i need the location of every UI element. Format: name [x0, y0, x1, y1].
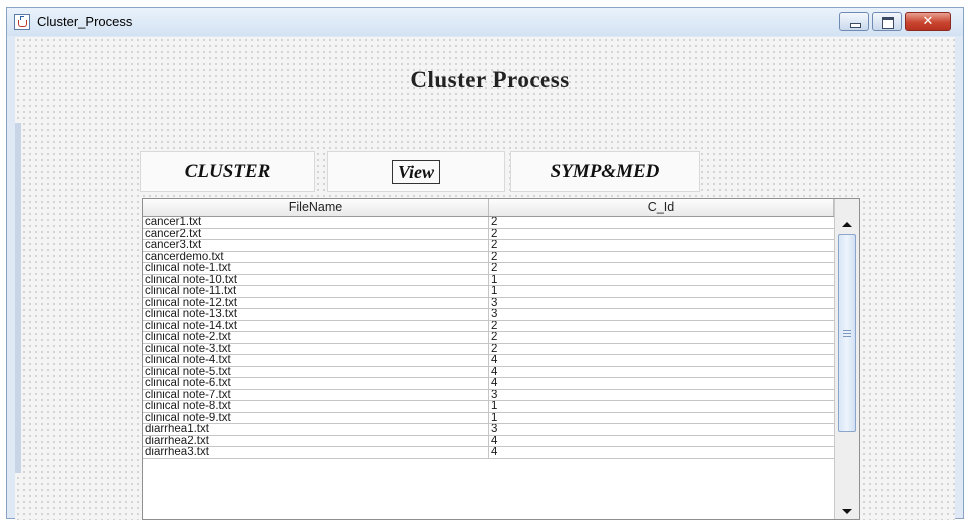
- cell-filename[interactable]: cancer3.txt: [143, 240, 489, 251]
- table-body: cancer1.txt 2 cancer2.txt 2 cancer3.txt 2 canc…: [143, 217, 834, 459]
- table-row[interactable]: clinical note-12.txt 3: [143, 297, 834, 309]
- table-row[interactable]: clinical note-1.txt 2: [143, 263, 834, 275]
- cell-filename[interactable]: cancer1.txt: [143, 217, 489, 228]
- cell-filename[interactable]: cancer2.txt: [143, 228, 489, 240]
- cell-filename[interactable]: clinical note-6.txt: [143, 378, 489, 389]
- cell-cid[interactable]: 1: [489, 413, 834, 424]
- table-row[interactable]: clinical note-10.txt 1: [143, 274, 834, 286]
- cell-filename[interactable]: clinical note-5.txt: [143, 366, 489, 378]
- table-row[interactable]: cancer3.txt 2: [143, 240, 834, 252]
- cell-filename[interactable]: clinical note-3.txt: [143, 343, 489, 355]
- table-row[interactable]: clinical note-6.txt 4: [143, 378, 834, 390]
- title-bar[interactable]: Cluster_Process ✕: [7, 8, 963, 36]
- window-title: Cluster_Process: [37, 14, 133, 29]
- cell-cid[interactable]: 3: [489, 390, 834, 401]
- table-row[interactable]: clinical note-5.txt 4: [143, 366, 834, 378]
- cell-filename[interactable]: diarrhea1.txt: [143, 424, 489, 435]
- cell-cid[interactable]: 2: [489, 344, 834, 355]
- java-cup-icon: [14, 14, 30, 30]
- cell-cid[interactable]: 2: [489, 252, 834, 263]
- cell-cid[interactable]: 4: [489, 378, 834, 389]
- cell-cid[interactable]: 2: [489, 217, 834, 228]
- view-button[interactable]: View: [327, 151, 505, 192]
- cell-filename[interactable]: clinical note-7.txt: [143, 389, 489, 401]
- cell-cid[interactable]: 2: [489, 332, 834, 343]
- table-row[interactable]: clinical note-7.txt 3: [143, 389, 834, 401]
- cell-cid[interactable]: 3: [489, 298, 834, 309]
- arrow-down-icon: [842, 508, 852, 514]
- table-row[interactable]: clinical note-8.txt 1: [143, 401, 834, 413]
- cell-filename[interactable]: clinical note-11.txt: [143, 286, 489, 297]
- cell-filename[interactable]: clinical note-9.txt: [143, 412, 489, 424]
- maximize-icon: [882, 17, 894, 29]
- cell-cid[interactable]: 4: [489, 355, 834, 366]
- cluster-table[interactable]: FileName C_Id cancer1.txt 2 cancer2.txt 2 ca…: [142, 198, 860, 520]
- page-title: Cluster Process: [410, 67, 570, 92]
- cell-filename[interactable]: clinical note-8.txt: [143, 401, 489, 412]
- minimize-button[interactable]: [839, 12, 869, 31]
- close-icon: ✕: [922, 14, 934, 29]
- scroll-up-button[interactable]: [836, 216, 858, 232]
- cell-filename[interactable]: clinical note-14.txt: [143, 320, 489, 332]
- cell-cid[interactable]: 4: [489, 436, 834, 447]
- cell-cid[interactable]: 1: [489, 401, 834, 412]
- table-row[interactable]: diarrhea3.txt 4: [143, 447, 834, 459]
- table-header: FileName C_Id: [143, 199, 834, 217]
- cell-filename[interactable]: cancerdemo.txt: [143, 251, 489, 263]
- column-header-filename[interactable]: FileName: [143, 199, 489, 216]
- cell-cid[interactable]: 3: [489, 309, 834, 320]
- application-window: Cluster_Process ✕ Cluster Process CLUSTE…: [6, 7, 964, 520]
- cell-cid[interactable]: 4: [489, 367, 834, 378]
- scroll-down-button[interactable]: [836, 503, 858, 519]
- table-row[interactable]: diarrhea2.txt 4: [143, 435, 834, 447]
- cell-cid[interactable]: 1: [489, 275, 834, 286]
- table-row[interactable]: cancerdemo.txt 2: [143, 251, 834, 263]
- table-row[interactable]: cancer1.txt 2: [143, 217, 834, 229]
- cell-filename[interactable]: clinical note-13.txt: [143, 309, 489, 320]
- cell-cid[interactable]: 1: [489, 286, 834, 297]
- table-row[interactable]: clinical note-13.txt 3: [143, 309, 834, 321]
- table-row[interactable]: clinical note-9.txt 1: [143, 412, 834, 424]
- cell-cid[interactable]: 2: [489, 263, 834, 274]
- table-row[interactable]: diarrhea1.txt 3: [143, 424, 834, 436]
- cell-filename[interactable]: diarrhea2.txt: [143, 435, 489, 447]
- content-panel: Cluster Process CLUSTER View SYMP&MED Fi…: [15, 37, 955, 520]
- cell-filename[interactable]: clinical note-2.txt: [143, 332, 489, 343]
- cell-filename[interactable]: clinical note-10.txt: [143, 274, 489, 286]
- cell-filename[interactable]: clinical note-1.txt: [143, 263, 489, 274]
- cell-cid[interactable]: 2: [489, 321, 834, 332]
- table-row[interactable]: clinical note-4.txt 4: [143, 355, 834, 367]
- view-button-label: View: [391, 159, 440, 184]
- table-row[interactable]: clinical note-14.txt 2: [143, 320, 834, 332]
- table-row[interactable]: cancer2.txt 2: [143, 228, 834, 240]
- grip-icon: [843, 330, 851, 331]
- panel-edge: [15, 123, 21, 473]
- cell-cid[interactable]: 2: [489, 229, 834, 240]
- cell-cid[interactable]: 3: [489, 424, 834, 435]
- cluster-button-label: CLUSTER: [184, 160, 271, 182]
- column-header-cid[interactable]: C_Id: [489, 199, 834, 216]
- table-row[interactable]: clinical note-3.txt 2: [143, 343, 834, 355]
- symp-med-button[interactable]: SYMP&MED: [510, 151, 700, 192]
- cell-cid[interactable]: 2: [489, 240, 834, 251]
- scroll-thumb[interactable]: [838, 234, 856, 432]
- close-button[interactable]: ✕: [905, 12, 951, 31]
- cell-cid[interactable]: 4: [489, 447, 834, 458]
- table-row[interactable]: clinical note-2.txt 2: [143, 332, 834, 344]
- symp-med-button-label: SYMP&MED: [550, 160, 660, 182]
- cell-filename[interactable]: clinical note-4.txt: [143, 355, 489, 366]
- maximize-button[interactable]: [872, 12, 902, 31]
- table-row[interactable]: clinical note-11.txt 1: [143, 286, 834, 298]
- arrow-up-icon: [842, 221, 852, 227]
- cell-filename[interactable]: diarrhea3.txt: [143, 447, 489, 458]
- minimize-icon: [850, 23, 861, 28]
- cluster-button[interactable]: CLUSTER: [140, 151, 315, 192]
- vertical-scrollbar[interactable]: [834, 199, 859, 519]
- cell-filename[interactable]: clinical note-12.txt: [143, 297, 489, 309]
